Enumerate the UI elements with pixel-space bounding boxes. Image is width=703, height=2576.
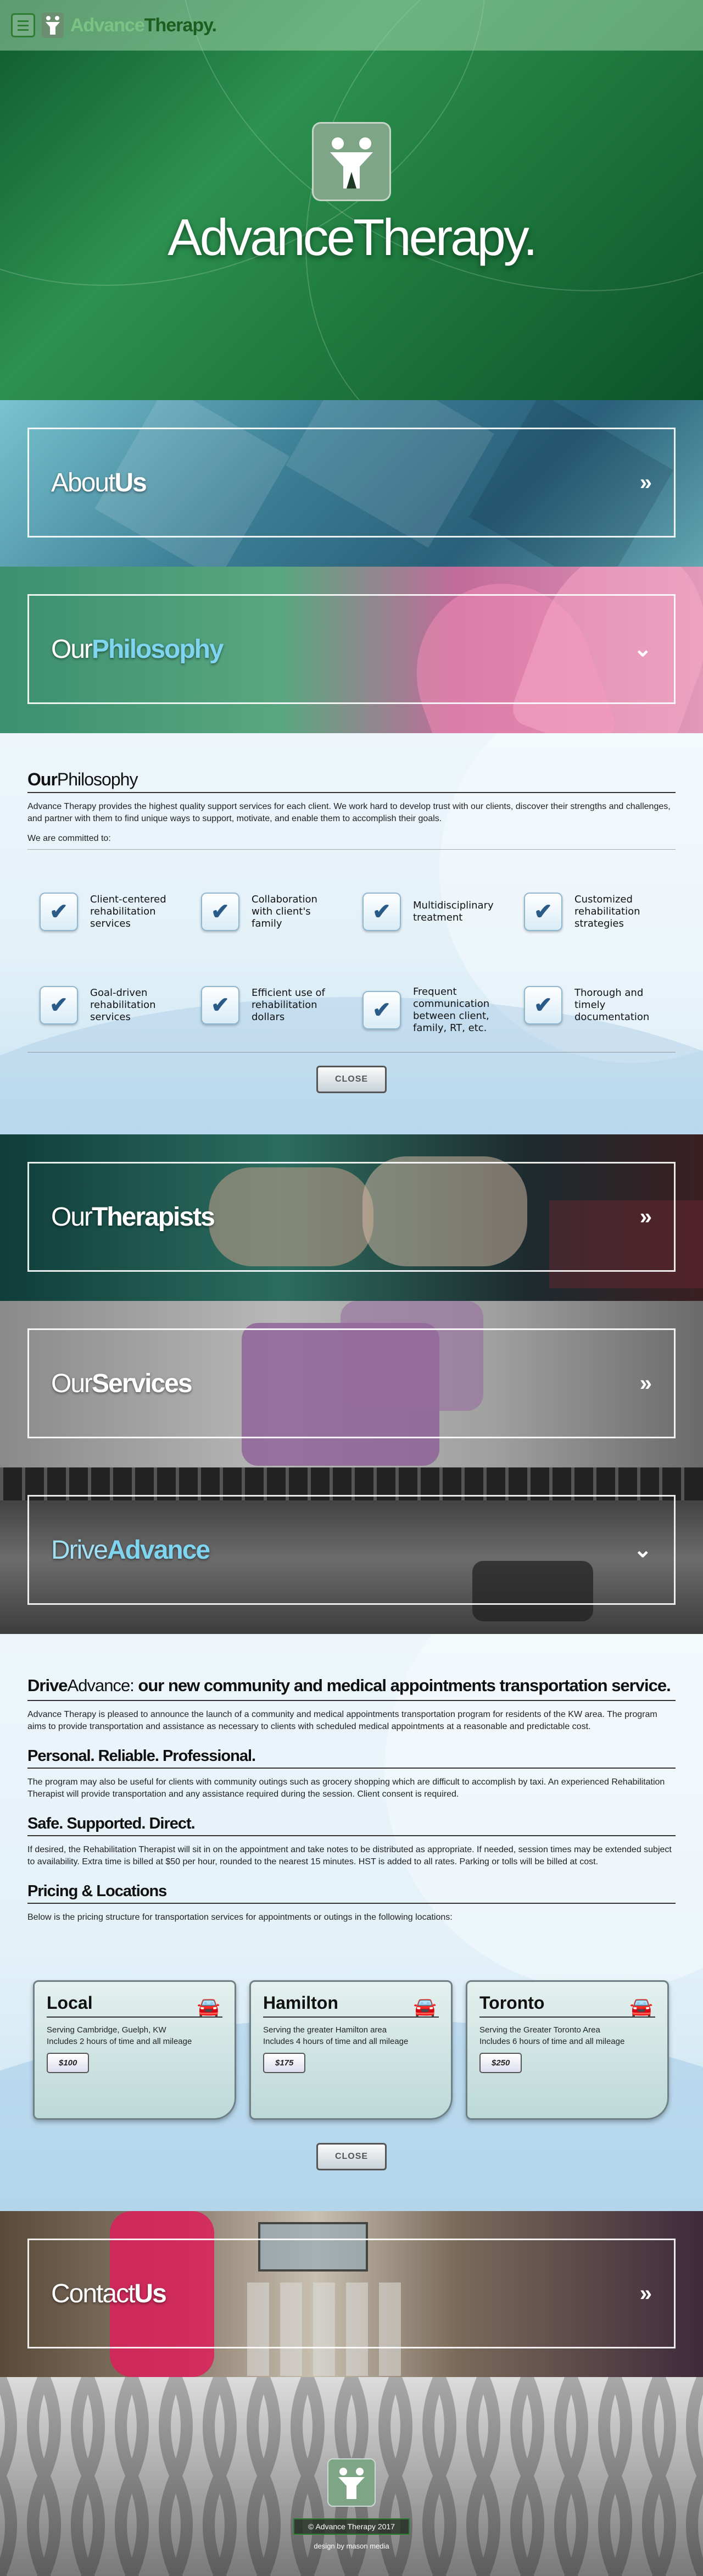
pricing-card: 🚘 Local Serving Cambridge, Guelph, KW Inc… (33, 1980, 236, 2120)
drive-heading: DriveAdvance: our new community and medi… (27, 1674, 676, 1701)
design-credit[interactable]: design by mason media (0, 2542, 703, 2550)
checkmark-icon: ✔ (362, 991, 401, 1029)
pricing-cards: 🚘 Local Serving Cambridge, Guelph, KW Inc… (33, 1980, 670, 2123)
price-badge: $175 (263, 2053, 306, 2073)
contact-us-button[interactable]: ContactUs » (27, 2239, 676, 2348)
commitment-item: ✔ Frequent communication between client, … (362, 986, 501, 1034)
brand-part2: Therapy. (144, 14, 217, 36)
pricing-card: 🚘 Hamilton Serving the greater Hamilton … (249, 1980, 453, 2120)
philosophy-label: OurPhilosophy (51, 634, 224, 664)
chevron-right-icon: » (639, 470, 652, 495)
commitment-item: ✔ Client-centered rehabilitation services (40, 893, 178, 931)
therapists-banner: OurTherapists » (0, 1134, 703, 1301)
checkmark-icon: ✔ (201, 893, 239, 931)
personal-text: The program may also be useful for clien… (27, 1777, 665, 1799)
philosophy-panel: OurPhilosophy Advance Therapy provides t… (0, 733, 703, 1134)
contact-us-label: ContactUs (51, 2279, 167, 2308)
advance-therapy-logo (312, 122, 391, 201)
drive-advance-label: DriveAdvance (51, 1535, 210, 1565)
committed-label: We are committed to: (27, 833, 676, 850)
contact-us-banner: ContactUs » (0, 2211, 703, 2377)
about-us-label: AboutUs (51, 468, 147, 497)
drive-advance-banner: DriveAdvance ⌄ (0, 1467, 703, 1634)
card-description: Serving Cambridge, Guelph, KW Includes 2 … (47, 2025, 192, 2046)
copyright: © Advance Therapy 2017 (293, 2518, 410, 2535)
commitment-item: ✔ Customized rehabilitation strategies (524, 893, 662, 931)
car-icon: 🚘 (629, 1997, 653, 2018)
drive-close-button[interactable]: CLOSE (316, 2143, 387, 2170)
drive-intro: Advance Therapy is pleased to announce t… (27, 1710, 657, 1731)
nav-logo-icon[interactable] (42, 13, 64, 38)
footer-logo-icon (327, 2458, 376, 2507)
top-nav: AdvanceTherapy. (0, 0, 703, 51)
drive-advance-panel: DriveAdvance: our new community and medi… (0, 1634, 703, 2211)
hero-section: AdvanceTherapy. (0, 0, 703, 400)
checkmark-icon: ✔ (524, 986, 562, 1024)
checkmark-icon: ✔ (201, 986, 239, 1024)
safe-heading: Safe. Supported. Direct. (27, 1815, 676, 1836)
card-title: Hamilton (263, 1993, 439, 2018)
therapists-label: OurTherapists (51, 1202, 215, 1232)
about-us-button[interactable]: AboutUs » (27, 428, 676, 538)
therapists-button[interactable]: OurTherapists » (27, 1162, 676, 1272)
card-title: Local (47, 1993, 222, 2018)
checkmark-icon: ✔ (40, 893, 78, 931)
menu-icon (18, 20, 29, 22)
safe-text: If desired, the Rehabilitation Therapist… (27, 1845, 672, 1866)
philosophy-button[interactable]: OurPhilosophy ⌄ (27, 594, 676, 704)
car-icon: 🚘 (197, 1997, 220, 2018)
checkmark-icon: ✔ (524, 893, 562, 931)
commitment-item: ✔ Multidisciplinary treatment (362, 893, 501, 931)
services-banner: OurServices » (0, 1301, 703, 1467)
philosophy-intro: Advance Therapy provides the highest qua… (27, 802, 671, 823)
pricing-text: Below is the pricing structure for trans… (27, 1913, 453, 1922)
services-button[interactable]: OurServices » (27, 1328, 676, 1438)
philosophy-heading: OurPhilosophy (27, 769, 676, 793)
services-label: OurServices (51, 1369, 193, 1398)
chevron-right-icon: » (639, 2281, 652, 2306)
about-us-banner: AboutUs » (0, 400, 703, 567)
hero-title: AdvanceTherapy. (168, 208, 538, 266)
commitment-item: ✔ Efficient use of rehabilitation dollars (201, 986, 339, 1024)
checkmark-icon: ✔ (40, 986, 78, 1024)
price-badge: $100 (47, 2053, 90, 2073)
personal-heading: Personal. Reliable. Professional. (27, 1747, 676, 1769)
commitment-item: ✔ Collaboration with client's family (201, 893, 339, 931)
chevron-down-icon: ⌄ (633, 1538, 652, 1562)
car-icon: 🚘 (413, 1997, 437, 2018)
pricing-heading: Pricing & Locations (27, 1882, 676, 1904)
price-badge: $250 (479, 2053, 522, 2073)
chevron-right-icon: » (639, 1204, 652, 1229)
brand-part1: Advance (70, 14, 145, 36)
philosophy-banner: OurPhilosophy ⌄ (0, 567, 703, 733)
chevron-down-icon: ⌄ (633, 637, 652, 661)
pricing-card: 🚘 Toronto Serving the Greater Toronto Ar… (466, 1980, 669, 2120)
card-description: Serving the Greater Toronto Area Includes… (479, 2025, 625, 2046)
nav-brand[interactable]: AdvanceTherapy. (70, 14, 217, 36)
chevron-right-icon: » (639, 1371, 652, 1395)
drive-advance-button[interactable]: DriveAdvance ⌄ (27, 1495, 676, 1605)
card-description: Serving the greater Hamilton area Include… (263, 2025, 409, 2046)
card-title: Toronto (479, 1993, 655, 2018)
philosophy-close-button[interactable]: CLOSE (316, 1066, 387, 1093)
commitment-item: ✔ Thorough and timely documentation (524, 986, 662, 1024)
checkmark-icon: ✔ (362, 893, 401, 931)
footer: © Advance Therapy 2017 design by mason m… (0, 2377, 703, 2576)
menu-button[interactable] (11, 13, 35, 37)
commitment-item: ✔ Goal-driven rehabilitation services (40, 986, 178, 1024)
